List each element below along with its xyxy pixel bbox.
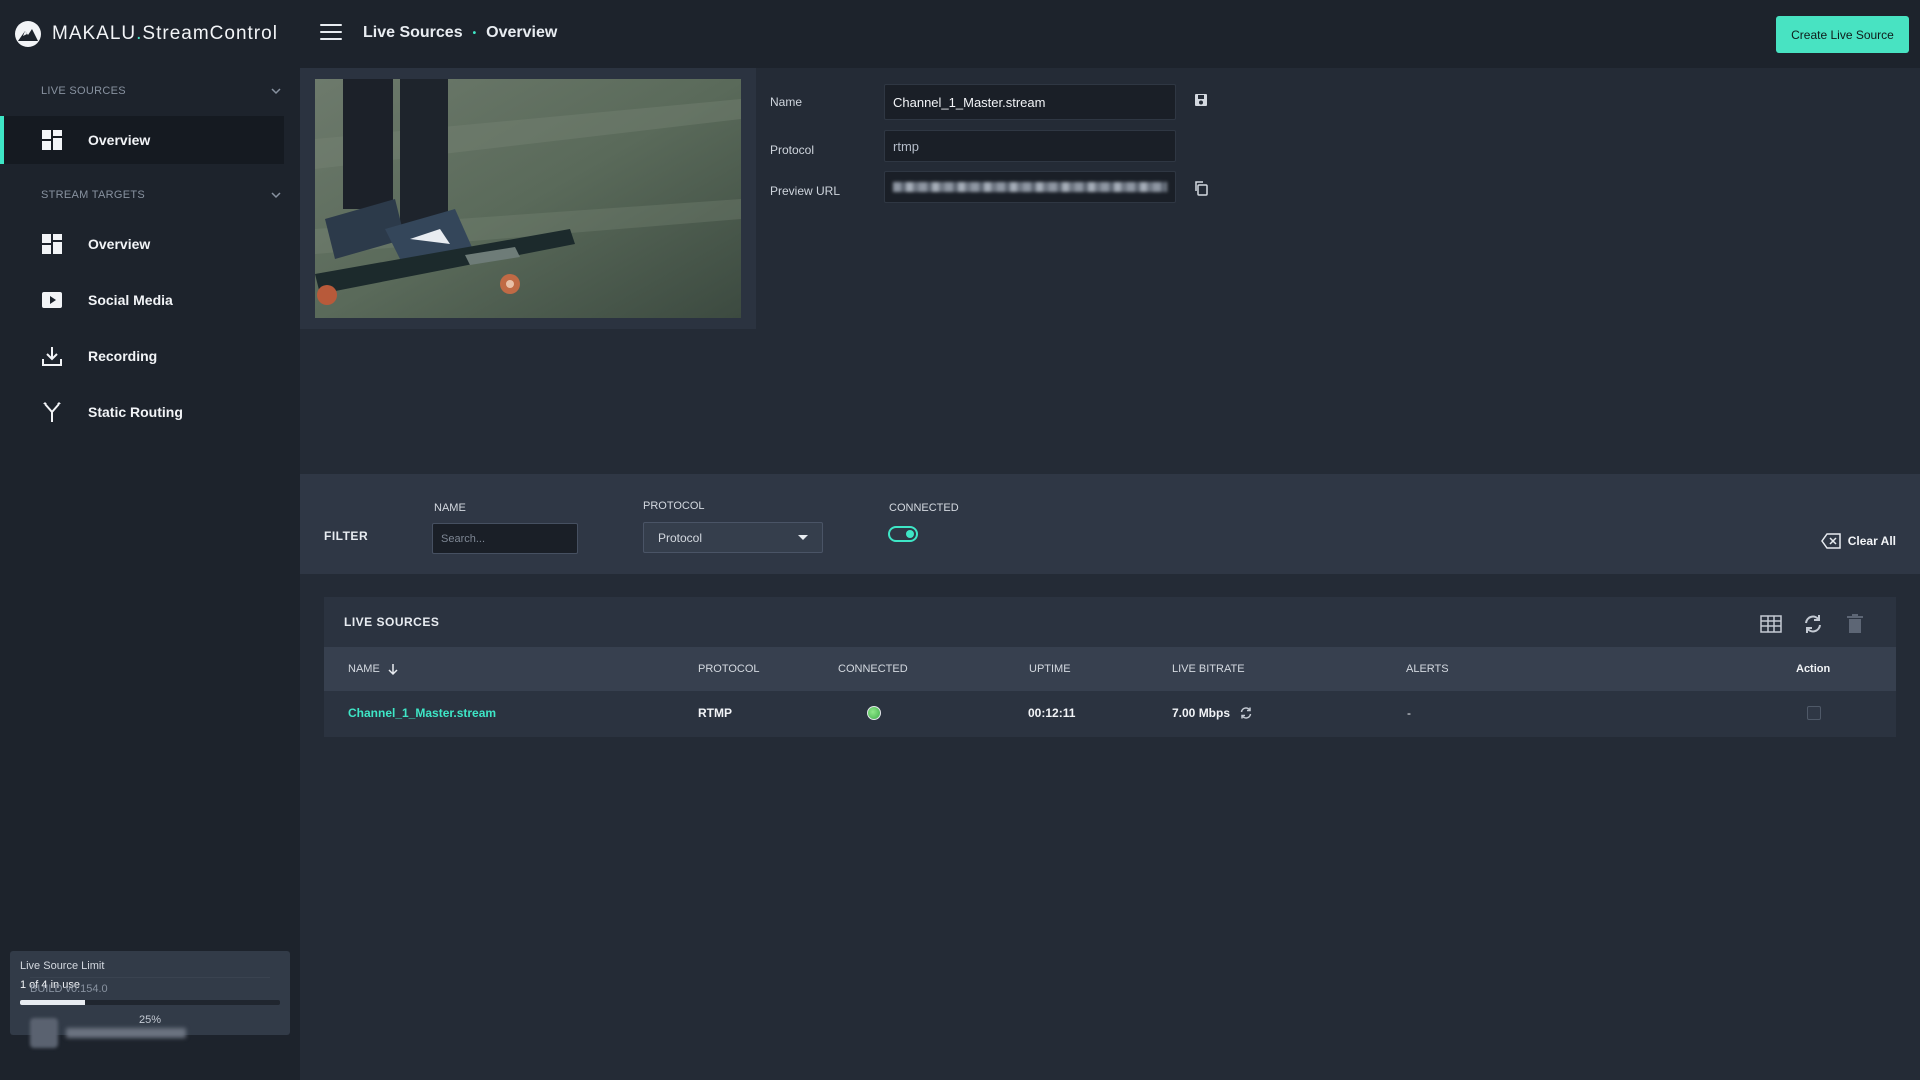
stream-bitrate: 7.00 Mbps — [1172, 691, 1253, 735]
protocol-field[interactable]: rtmp — [884, 130, 1176, 162]
stream-protocol: RTMP — [698, 706, 732, 720]
create-live-source-button[interactable]: Create Live Source — [1776, 16, 1909, 53]
limit-title: Live Source Limit — [20, 960, 105, 972]
column-header-protocol[interactable]: PROTOCOL — [698, 647, 760, 691]
live-sources-section-header[interactable]: LIVE SOURCES — [41, 81, 281, 101]
live-sources-table-card: LIVE SOURCES NAME PROTOCOL CONNECTED UPT… — [324, 597, 1896, 737]
stream-uptime: 00:12:11 — [1028, 706, 1076, 720]
filter-bar: FILTER NAME Search... PROTOCOL Protocol … — [300, 474, 1920, 574]
dashboard-icon — [42, 130, 62, 150]
select-value: Protocol — [658, 530, 703, 545]
column-header-alerts[interactable]: ALERTS — [1406, 647, 1449, 691]
preview-url-redacted — [893, 182, 1167, 192]
table-row: Channel_1_Master.stream RTMP 00:12:11 7.… — [324, 691, 1896, 735]
column-header-connected[interactable]: CONNECTED — [838, 647, 908, 691]
clear-all-button[interactable]: Clear All — [1820, 533, 1896, 549]
protocol-label: Protocol — [770, 143, 815, 157]
clear-filter-icon — [1820, 533, 1841, 549]
build-version: BUILD v0.154.0 — [30, 983, 108, 995]
breadcrumb-separator: • — [472, 27, 477, 39]
bitrate-refresh-icon[interactable] — [1239, 706, 1253, 720]
brand[interactable]: MAKALU.StreamControl — [14, 20, 278, 48]
hamburger-menu-icon[interactable] — [320, 24, 342, 44]
trash-icon[interactable] — [1844, 613, 1866, 635]
column-header-uptime[interactable]: UPTIME — [1029, 647, 1071, 691]
sidebar-item-label: Overview — [88, 132, 151, 148]
filter-title: FILTER — [324, 529, 369, 543]
sort-down-arrow-icon — [388, 664, 398, 676]
download-icon — [42, 347, 62, 366]
sidebar-item-targets-overview[interactable]: Overview — [0, 220, 280, 268]
filter-name-label: NAME — [434, 502, 466, 514]
sidebar: LIVE SOURCES Overview STREAM TARGETS Ove… — [0, 68, 300, 1080]
name-label: Name — [770, 95, 803, 109]
user-name-redacted — [66, 1028, 186, 1038]
copy-icon[interactable] — [1193, 180, 1209, 196]
table-header-row: NAME PROTOCOL CONNECTED UPTIME LIVE BITR… — [324, 647, 1896, 691]
limit-progress-bar — [20, 1000, 280, 1005]
sidebar-item-label: Social Media — [88, 292, 173, 308]
brand-name: MAKALU.StreamControl — [52, 23, 278, 44]
connected-toggle[interactable] — [888, 526, 918, 542]
chevron-down-icon — [271, 88, 281, 95]
sidebar-item-label: Overview — [88, 236, 151, 252]
stream-preview-image[interactable] — [315, 79, 741, 318]
makalu-logo-icon — [15, 21, 41, 47]
avatar — [30, 1018, 58, 1048]
filter-search-input[interactable]: Search... — [432, 523, 578, 554]
filter-protocol-label: PROTOCOL — [643, 500, 705, 512]
top-bar: MAKALU.StreamControl Live Sources • Over… — [0, 0, 1920, 68]
user-profile[interactable] — [30, 1018, 186, 1048]
sidebar-item-recording[interactable]: Recording — [0, 332, 280, 380]
sidebar-item-live-overview[interactable]: Overview — [0, 116, 284, 164]
sidebar-item-static-routing[interactable]: Static Routing — [0, 388, 280, 436]
sidebar-item-label: Recording — [88, 348, 158, 364]
chevron-down-icon — [271, 192, 281, 199]
preview-url-label: Preview URL — [770, 184, 841, 198]
stream-preview — [300, 68, 756, 329]
stream-name-link[interactable]: Channel_1_Master.stream — [348, 691, 496, 735]
status-dot — [867, 706, 881, 720]
breadcrumb-section[interactable]: Live Sources — [363, 24, 463, 42]
caret-down-icon — [798, 535, 808, 540]
sidebar-item-label: Static Routing — [88, 404, 183, 420]
dashboard-icon — [42, 234, 62, 254]
save-icon[interactable] — [1193, 92, 1209, 108]
filter-connected-label: CONNECTED — [889, 502, 959, 514]
preview-url-field[interactable] — [884, 171, 1176, 203]
row-action-checkbox-cell — [1807, 691, 1821, 735]
table-view-icon[interactable] — [1760, 613, 1782, 635]
column-header-name[interactable]: NAME — [348, 647, 400, 691]
name-field[interactable]: Channel_1_Master.stream — [884, 84, 1176, 120]
breadcrumb: Live Sources • Overview — [363, 24, 557, 42]
refresh-icon[interactable] — [1802, 613, 1824, 635]
row-select-checkbox[interactable] — [1807, 706, 1821, 720]
connected-status-indicator — [867, 691, 881, 735]
stream-alerts: - — [1407, 706, 1411, 720]
table-toolbar — [1760, 613, 1866, 635]
toggle-knob — [906, 530, 914, 538]
table-title: LIVE SOURCES — [344, 615, 440, 629]
column-header-action: Action — [1796, 663, 1831, 675]
column-header-live-bitrate[interactable]: LIVE BITRATE — [1172, 647, 1245, 691]
play-icon — [42, 292, 62, 308]
limit-progress-fill — [20, 1000, 85, 1005]
breadcrumb-page: Overview — [486, 24, 558, 41]
filter-protocol-select[interactable]: Protocol — [643, 522, 823, 553]
routing-icon — [43, 402, 61, 422]
stream-targets-section-header[interactable]: STREAM TARGETS — [41, 185, 281, 205]
divider — [30, 977, 270, 978]
sidebar-item-social-media[interactable]: Social Media — [0, 276, 280, 324]
